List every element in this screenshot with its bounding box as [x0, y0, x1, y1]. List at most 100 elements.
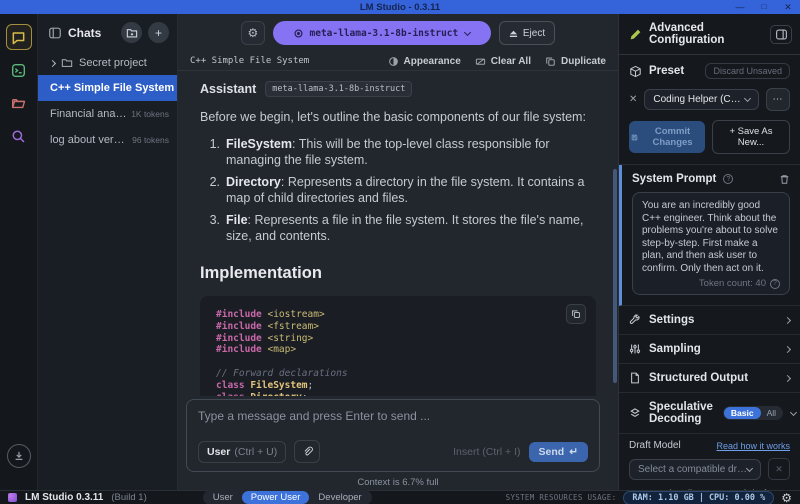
system-prompt-editor[interactable]: You are an incredibly good C++ engineer.…: [632, 192, 790, 295]
preset-menu-icon[interactable]: ⋯: [766, 88, 790, 111]
clear-draft-model-icon[interactable]: ✕: [768, 458, 790, 480]
help-icon[interactable]: ?: [723, 174, 733, 184]
attach-file-button[interactable]: [294, 440, 320, 463]
status-bar: LM Studio 0.3.11 (Build 1) User Power Us…: [0, 490, 800, 504]
preset-cube-icon: [629, 65, 642, 78]
downloads-icon[interactable]: [7, 444, 31, 468]
chat-tab-title: C++ Simple File System: [190, 56, 309, 66]
role-user-button[interactable]: User(Ctrl + U): [198, 441, 286, 463]
preset-label: Preset: [649, 65, 684, 77]
chevron-right-icon: [49, 59, 56, 66]
model-toolbar: ⚙ meta-llama-3.1-8b-instruct Eject: [178, 14, 618, 52]
model-settings-gear-icon[interactable]: ⚙: [241, 21, 265, 45]
appearance-button[interactable]: Appearance: [388, 56, 461, 67]
chat-item-label: log about version of ...: [50, 134, 128, 146]
developer-nav-icon[interactable]: [6, 57, 32, 83]
message-scroll-area[interactable]: Assistant meta-llama-3.1-8b-instruct Bef…: [178, 71, 618, 396]
discover-nav-icon[interactable]: [6, 123, 32, 149]
panel-title: Advanced Configuration: [649, 22, 763, 46]
discard-unsaved-button[interactable]: Discard Unsaved: [705, 63, 790, 79]
my-models-nav-icon[interactable]: [6, 90, 32, 116]
help-icon[interactable]: ?: [770, 279, 780, 289]
commit-changes-button[interactable]: Commit Changes: [629, 121, 705, 153]
segment-basic[interactable]: Basic: [724, 407, 761, 419]
clear-all-button[interactable]: Clear All: [475, 56, 531, 67]
user-mode-switcher: User Power User Developer: [203, 490, 372, 504]
message-role: Assistant: [200, 82, 256, 96]
paperclip-icon: [302, 446, 313, 457]
message-input[interactable]: [198, 409, 588, 433]
speculative-decoding-section-header[interactable]: Speculative Decoding Basic All: [619, 393, 800, 434]
segment-all[interactable]: All: [761, 407, 782, 419]
delete-prompt-icon[interactable]: [779, 174, 790, 185]
chat-area: ⚙ meta-llama-3.1-8b-instruct Eject C++ S…: [178, 14, 618, 490]
chevron-right-icon: [784, 345, 791, 352]
eject-model-button[interactable]: Eject: [499, 21, 555, 45]
speculative-decoding-body: Draft Model Read how it works Select a c…: [619, 434, 800, 490]
resources-pill[interactable]: RAM: 1.10 GB | CPU: 0.00 %: [623, 491, 774, 504]
new-chat-button[interactable]: +: [148, 22, 169, 43]
preset-section: Preset Discard Unsaved ✕ Coding Helper (…: [619, 55, 800, 165]
list-item: 1. FileSystem: This will be the top-leve…: [200, 136, 596, 168]
new-folder-button[interactable]: [121, 22, 142, 43]
chat-list-item[interactable]: log about version of ... 96 tokens: [38, 127, 177, 153]
clear-all-icon: [475, 56, 486, 67]
insert-button[interactable]: Insert (Ctrl + I): [453, 446, 520, 458]
collapse-panel-icon[interactable]: [770, 25, 792, 44]
clear-preset-icon[interactable]: ✕: [629, 95, 637, 105]
settings-gear-icon[interactable]: ⚙: [781, 492, 792, 504]
loaded-model-selector[interactable]: meta-llama-3.1-8b-instruct: [273, 21, 491, 45]
chats-sidebar: Chats + Secret project C++ Simple File S…: [38, 14, 178, 490]
structured-output-section-header[interactable]: Structured Output: [619, 364, 800, 393]
mode-user[interactable]: User: [204, 491, 242, 504]
send-button[interactable]: Send↵: [529, 442, 588, 462]
cpu-usage: CPU: 0.00 %: [709, 493, 765, 503]
sampling-section-header[interactable]: Sampling: [619, 335, 800, 364]
chat-list-item-selected[interactable]: C++ Simple File System 275 tokens ⋯: [38, 75, 177, 101]
chat-item-tokens: 1K tokens: [131, 109, 169, 119]
message-ordered-list: 1. FileSystem: This will be the top-leve…: [200, 136, 596, 244]
model-icon: [294, 29, 303, 38]
mode-power-user[interactable]: Power User: [242, 491, 310, 504]
chat-item-tokens: 96 tokens: [132, 135, 169, 145]
chevron-down-icon: [746, 464, 753, 471]
document-icon: [629, 372, 641, 384]
eject-icon: [509, 29, 518, 38]
code-lines: #include <iostream>#include <fstream>#in…: [216, 309, 580, 396]
titlebar: LM Studio - 0.3.11 — □ ✕: [0, 0, 800, 14]
preset-select[interactable]: Coding Helper (C++): [644, 89, 759, 110]
sidebar-folder-secret-project[interactable]: Secret project: [38, 51, 177, 75]
message-heading: Implementation: [200, 264, 596, 283]
chevron-down-icon: [790, 408, 797, 415]
nav-rail: [0, 14, 38, 490]
chevron-down-icon: [464, 28, 471, 35]
wrench-icon: [629, 314, 641, 326]
collapse-sidebar-icon[interactable]: [48, 26, 62, 40]
sidebar-title: Chats: [68, 26, 115, 40]
save-as-new-button[interactable]: + Save As New...: [712, 120, 790, 154]
save-icon: [631, 133, 638, 142]
enter-icon: ↵: [569, 446, 578, 458]
settings-section-header[interactable]: Settings: [619, 306, 800, 335]
system-prompt-text: You are an incredibly good C++ engineer.…: [642, 200, 780, 275]
chevron-down-icon: [744, 95, 751, 102]
mode-developer[interactable]: Developer: [309, 491, 370, 504]
speculative-decoding-icon: [629, 407, 641, 419]
app-logo-icon: [8, 493, 17, 502]
folder-label: Secret project: [79, 57, 147, 69]
duplicate-button[interactable]: Duplicate: [545, 56, 606, 67]
chat-nav-icon[interactable]: [6, 24, 32, 50]
chat-list-item[interactable]: Financial analysis 1K tokens: [38, 101, 177, 127]
draft-model-label: Draft Model: [629, 440, 681, 451]
draft-model-select[interactable]: Select a compatible draft model: [629, 459, 761, 480]
read-how-it-works-link[interactable]: Read how it works: [716, 441, 790, 451]
chat-item-label: C++ Simple File System: [50, 82, 174, 94]
chat-scrollbar[interactable]: [613, 169, 617, 384]
duplicate-icon: [545, 56, 556, 67]
copy-code-icon[interactable]: [566, 304, 586, 324]
app-version: LM Studio 0.3.11: [25, 492, 103, 503]
system-prompt-label: System Prompt: [632, 173, 716, 185]
list-item: 2. Directory: Represents a directory in …: [200, 174, 596, 206]
chat-tabbar: C++ Simple File System Appearance Clear …: [178, 52, 618, 71]
build-number: (Build 1): [111, 492, 146, 503]
